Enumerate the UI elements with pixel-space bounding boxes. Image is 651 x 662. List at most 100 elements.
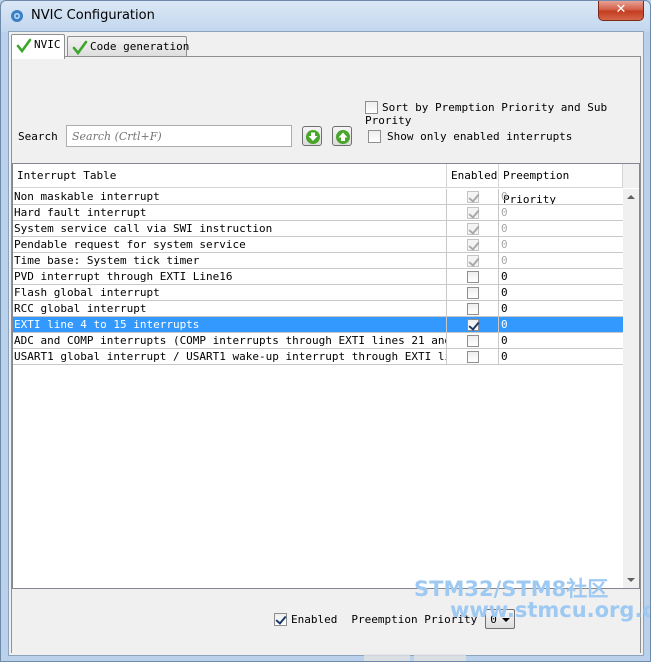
priority-label: Preemption Priority: [351, 612, 478, 626]
table-row[interactable]: RCC global interrupt 0: [13, 301, 623, 317]
scroll-up-icon[interactable]: [627, 195, 635, 199]
footer-area: [12, 635, 640, 653]
row-enabled-checkbox[interactable]: [466, 335, 479, 347]
row-enabled-checkbox: [466, 191, 479, 203]
priority-cell: 0: [501, 190, 508, 203]
priority-cell[interactable]: 0: [499, 285, 623, 301]
priority-cell: 0: [501, 206, 508, 219]
chevron-down-icon: [502, 618, 511, 622]
header-corner: [623, 164, 639, 188]
enabled-cell: [447, 301, 499, 317]
enabled-cell: [447, 205, 499, 221]
sort-option: Sort by Premption Priority and Sub Prori…: [365, 100, 640, 127]
interrupt-name: Flash global interrupt: [13, 285, 447, 301]
table-row[interactable]: PVD interrupt through EXTI Line16 0: [13, 269, 623, 285]
app-gear-icon: [11, 10, 23, 22]
interrupt-name: Time base: System tick timer: [13, 253, 447, 269]
row-enabled-checkbox: [466, 239, 479, 251]
row-enabled-checkbox[interactable]: [466, 271, 479, 283]
interrupt-table: Interrupt Table Enabled Preemption Prior…: [12, 163, 640, 589]
close-button[interactable]: ✕: [598, 1, 644, 21]
row-enabled-checkbox: [466, 207, 479, 219]
enabled-cell: [447, 285, 499, 301]
dialog-client: NVIC Code generation Sort by Premption P…: [8, 31, 644, 661]
priority-cell[interactable]: 0: [499, 333, 623, 349]
row-enabled-checkbox: [466, 223, 479, 235]
search-previous-button[interactable]: [332, 126, 352, 146]
interrupt-name: Non maskable interrupt: [13, 189, 447, 205]
show-enabled-option: Show only enabled interrupts: [368, 129, 572, 143]
table-header: Interrupt Table Enabled Preemption Prior…: [13, 164, 623, 206]
interrupt-name: Hard fault interrupt: [13, 205, 447, 221]
priority-cell: 0: [501, 238, 508, 251]
search-input[interactable]: [66, 125, 292, 147]
table-row[interactable]: USART1 global interrupt / USART1 wake-up…: [13, 349, 623, 365]
tab-code-generation-label: Code generation: [90, 40, 190, 53]
green-check-icon: [72, 40, 88, 56]
enabled-cell: [447, 269, 499, 285]
arrow-up-icon: [336, 130, 350, 144]
table-row[interactable]: EXTI line 4 to 15 interrupts 0: [13, 317, 623, 333]
priority-cell: 0: [501, 222, 508, 235]
table-row[interactable]: Pendable request for system service 0: [13, 237, 623, 253]
enabled-cell: [447, 189, 499, 205]
search-label: Search: [18, 130, 58, 143]
footer-button-faded[interactable]: [364, 654, 410, 661]
row-enabled-checkbox[interactable]: [466, 303, 479, 315]
selected-interrupt-settings: Enabled Preemption Priority 0: [274, 609, 516, 631]
priority-select[interactable]: 0: [485, 609, 516, 629]
priority-cell[interactable]: 0: [499, 349, 623, 365]
table-row[interactable]: Flash global interrupt 0: [13, 285, 623, 301]
priority-cell: 0: [501, 254, 508, 267]
row-enabled-checkbox: [466, 255, 479, 267]
enabled-cell: [447, 221, 499, 237]
interrupt-name: Pendable request for system service: [13, 237, 447, 253]
nvic-panel: Sort by Premption Priority and Sub Prori…: [11, 56, 641, 661]
priority-cell[interactable]: 0: [499, 301, 623, 317]
column-header-interrupt[interactable]: Interrupt Table: [13, 164, 447, 188]
table-row[interactable]: Non maskable interrupt 0: [13, 189, 623, 205]
column-header-priority[interactable]: Preemption Priority: [499, 164, 623, 206]
tab-nvic-label: NVIC: [34, 38, 61, 51]
sort-label: Sort by Premption Priority and Sub Prori…: [365, 100, 608, 128]
interrupt-name: PVD interrupt through EXTI Line16: [13, 269, 447, 285]
enabled-cell: [447, 349, 499, 365]
tab-nvic[interactable]: NVIC: [11, 34, 65, 59]
table-row[interactable]: Time base: System tick timer 0: [13, 253, 623, 269]
table-row[interactable]: Hard fault interrupt 0: [13, 205, 623, 221]
interrupt-name: USART1 global interrupt / USART1 wake-up…: [14, 349, 447, 365]
scroll-down-icon[interactable]: [627, 578, 635, 582]
interrupt-name: RCC global interrupt: [13, 301, 447, 317]
column-header-enabled[interactable]: Enabled: [447, 164, 499, 188]
interrupt-name: ADC and COMP interrupts (COMP interrupts…: [14, 333, 447, 349]
priority-value: 0: [490, 613, 497, 626]
enabled-checkbox[interactable]: [274, 612, 287, 626]
show-enabled-label: Show only enabled interrupts: [387, 129, 573, 143]
vertical-scrollbar[interactable]: [623, 189, 639, 588]
interrupt-name: EXTI line 4 to 15 interrupts: [13, 317, 447, 333]
row-enabled-checkbox[interactable]: [466, 319, 479, 331]
enabled-label: Enabled: [291, 612, 338, 626]
priority-cell[interactable]: 0: [499, 269, 623, 285]
show-enabled-checkbox[interactable]: [368, 129, 381, 143]
title-bar[interactable]: NVIC Configuration ✕: [1, 1, 650, 31]
table-row[interactable]: ADC and COMP interrupts (COMP interrupts…: [13, 333, 623, 349]
interrupt-name: System service call via SWI instruction: [13, 221, 447, 237]
window-title: NVIC Configuration: [31, 8, 155, 23]
enabled-cell: [447, 253, 499, 269]
search-row: Search Show only enabled interrupts: [16, 125, 636, 149]
green-check-icon: [16, 38, 32, 54]
row-enabled-checkbox[interactable]: [466, 287, 479, 299]
enabled-cell: [447, 333, 499, 349]
arrow-down-icon: [306, 130, 320, 144]
table-row[interactable]: System service call via SWI instruction 0: [13, 221, 623, 237]
nvic-configuration-window: NVIC Configuration ✕ NVIC Code generatio…: [0, 0, 651, 662]
footer-button-faded[interactable]: [414, 654, 466, 661]
enabled-cell: [447, 237, 499, 253]
row-enabled-checkbox[interactable]: [466, 351, 479, 363]
priority-cell[interactable]: 0: [499, 317, 623, 333]
table-body: Non maskable interrupt 0 Hard fault interr…: [13, 189, 623, 365]
tab-code-generation[interactable]: Code generation: [67, 36, 190, 58]
search-next-button[interactable]: [302, 126, 322, 146]
sort-checkbox[interactable]: [365, 100, 378, 114]
